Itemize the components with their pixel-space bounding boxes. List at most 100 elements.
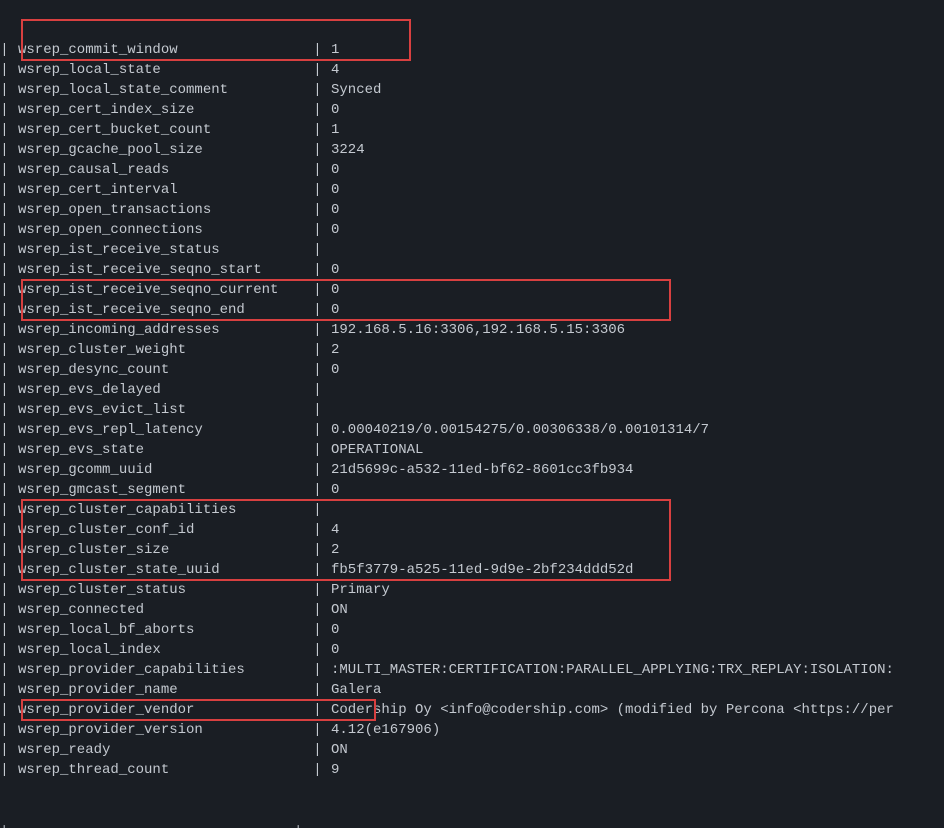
column-bar: | bbox=[0, 260, 9, 280]
column-bar: | bbox=[0, 140, 9, 160]
column-bar: | bbox=[313, 500, 322, 520]
column-bar: | bbox=[313, 340, 322, 360]
column-bar: | bbox=[0, 160, 9, 180]
variable-name: wsrep_ist_receive_status bbox=[18, 240, 313, 260]
column-bar: | bbox=[0, 600, 9, 620]
variable-value: 4 bbox=[331, 60, 339, 80]
table-row: | wsrep_evs_state| OPERATIONAL bbox=[0, 440, 944, 460]
pad bbox=[9, 680, 18, 700]
table-row: | wsrep_evs_repl_latency| 0.00040219/0.0… bbox=[0, 420, 944, 440]
pad bbox=[9, 720, 18, 740]
table-row: | wsrep_cluster_status| Primary bbox=[0, 580, 944, 600]
column-bar: | bbox=[0, 300, 9, 320]
table-row: | wsrep_cluster_capabilities| bbox=[0, 500, 944, 520]
table-row: | wsrep_open_connections| 0 bbox=[0, 220, 944, 240]
variable-name: wsrep_desync_count bbox=[18, 360, 313, 380]
variable-name: wsrep_gmcast_segment bbox=[18, 480, 313, 500]
pad bbox=[9, 120, 18, 140]
pad bbox=[9, 620, 18, 640]
table-row: | wsrep_evs_evict_list| bbox=[0, 400, 944, 420]
variable-value: 0 bbox=[331, 260, 339, 280]
table-row: | wsrep_cert_index_size| 0 bbox=[0, 100, 944, 120]
variable-name: wsrep_connected bbox=[18, 600, 313, 620]
pad bbox=[322, 300, 331, 320]
column-bar: | bbox=[0, 180, 9, 200]
column-bar: | bbox=[313, 440, 322, 460]
column-bar: | bbox=[313, 540, 322, 560]
terminal-output: | wsrep_commit_window| 1 | wsrep_local_st… bbox=[0, 0, 944, 828]
column-bar: | bbox=[0, 360, 9, 380]
table-row: | wsrep_cert_interval| 0 bbox=[0, 180, 944, 200]
column-bar: | bbox=[0, 460, 9, 480]
pad bbox=[322, 380, 331, 400]
variable-name: wsrep_open_transactions bbox=[18, 200, 313, 220]
table-row: | wsrep_open_transactions| 0 bbox=[0, 200, 944, 220]
column-bar: | bbox=[313, 220, 322, 240]
variable-value: ON bbox=[331, 600, 348, 620]
variable-name: wsrep_commit_window bbox=[18, 40, 313, 60]
variable-value: 0 bbox=[331, 100, 339, 120]
pad bbox=[9, 380, 18, 400]
column-bar: | bbox=[0, 240, 9, 260]
pad bbox=[322, 60, 331, 80]
variable-name: wsrep_ist_receive_seqno_start bbox=[18, 260, 313, 280]
variable-value: 0 bbox=[331, 620, 339, 640]
table-row: | wsrep_cluster_state_uuid| fb5f3779-a52… bbox=[0, 560, 944, 580]
table-row: | wsrep_commit_window| 1 bbox=[0, 40, 944, 60]
pad bbox=[322, 100, 331, 120]
pad bbox=[9, 440, 18, 460]
variable-value: :MULTI_MASTER:CERTIFICATION:PARALLEL_APP… bbox=[331, 660, 894, 680]
variable-name: wsrep_gcomm_uuid bbox=[18, 460, 313, 480]
variable-value: 192.168.5.16:3306,192.168.5.15:3306 bbox=[331, 320, 625, 340]
pad bbox=[322, 420, 331, 440]
variable-name: wsrep_provider_vendor bbox=[18, 700, 313, 720]
table-row: | wsrep_local_index| 0 bbox=[0, 640, 944, 660]
table-row: | wsrep_gcache_pool_size| 3224 bbox=[0, 140, 944, 160]
pad bbox=[9, 40, 18, 60]
pad bbox=[9, 100, 18, 120]
column-bar: | bbox=[0, 740, 9, 760]
table-row: | wsrep_gmcast_segment| 0 bbox=[0, 480, 944, 500]
table-row: | wsrep_ready| ON bbox=[0, 740, 944, 760]
variable-name: wsrep_evs_delayed bbox=[18, 380, 313, 400]
column-bar: | bbox=[0, 660, 9, 680]
column-bar: | bbox=[0, 340, 9, 360]
pad bbox=[322, 320, 331, 340]
column-bar: | bbox=[313, 40, 322, 60]
table-row: | wsrep_gcomm_uuid| 21d5699c-a532-11ed-b… bbox=[0, 460, 944, 480]
column-bar: | bbox=[0, 480, 9, 500]
table-row: | wsrep_local_state_comment| Synced bbox=[0, 80, 944, 100]
pad bbox=[322, 240, 331, 260]
column-bar: | bbox=[313, 100, 322, 120]
variable-value: 3224 bbox=[331, 140, 365, 160]
pad bbox=[322, 340, 331, 360]
column-bar: | bbox=[313, 640, 322, 660]
pad bbox=[322, 280, 331, 300]
variable-value: Galera bbox=[331, 680, 381, 700]
pad bbox=[322, 700, 331, 720]
pad bbox=[322, 260, 331, 280]
pad bbox=[322, 540, 331, 560]
column-bar: | bbox=[313, 460, 322, 480]
pad bbox=[9, 60, 18, 80]
table-row: | wsrep_cluster_weight| 2 bbox=[0, 340, 944, 360]
variable-name: wsrep_provider_version bbox=[18, 720, 313, 740]
variable-name: wsrep_provider_capabilities bbox=[18, 660, 313, 680]
column-bar: | bbox=[313, 160, 322, 180]
variable-value: 0 bbox=[331, 280, 339, 300]
column-bar: | bbox=[0, 560, 9, 580]
column-bar: | bbox=[313, 560, 322, 580]
variable-value: 0 bbox=[331, 360, 339, 380]
table-separator: +----------------------------------+----… bbox=[0, 820, 944, 828]
pad bbox=[322, 140, 331, 160]
variable-name: wsrep_cluster_weight bbox=[18, 340, 313, 360]
column-bar: | bbox=[0, 120, 9, 140]
variable-value: ON bbox=[331, 740, 348, 760]
table-row: | wsrep_desync_count| 0 bbox=[0, 360, 944, 380]
variable-name: wsrep_ready bbox=[18, 740, 313, 760]
pad bbox=[322, 40, 331, 60]
pad bbox=[322, 720, 331, 740]
pad bbox=[9, 300, 18, 320]
column-bar: | bbox=[313, 620, 322, 640]
pad bbox=[9, 340, 18, 360]
